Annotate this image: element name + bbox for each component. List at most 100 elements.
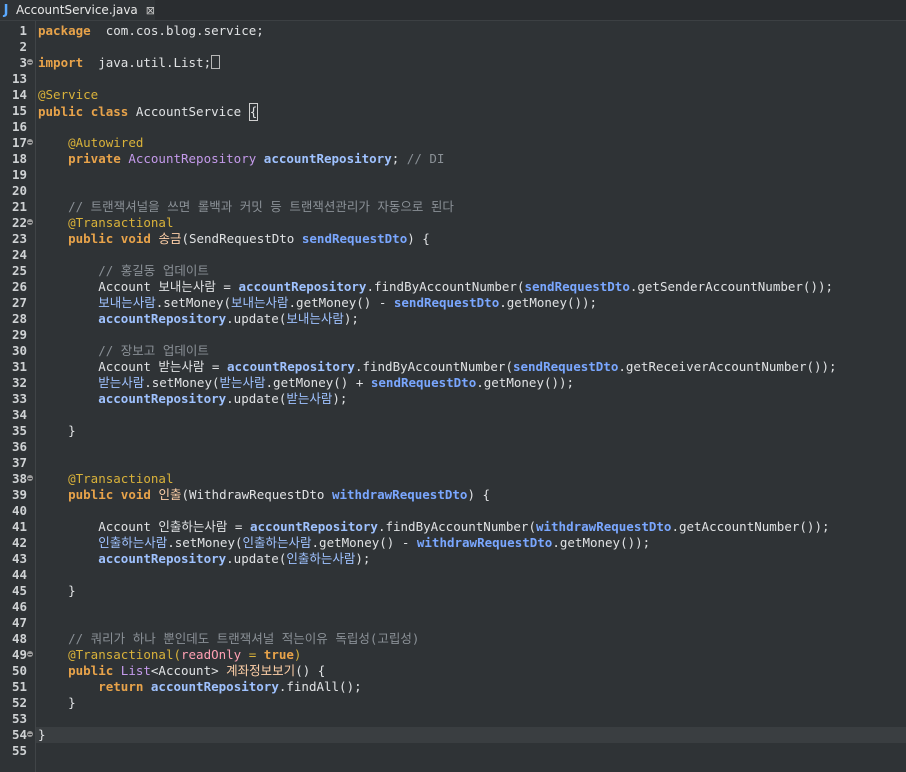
code-line[interactable]: 44 xyxy=(0,567,906,583)
code-line[interactable]: 16 xyxy=(0,119,906,135)
code-line[interactable]: 46 xyxy=(0,599,906,615)
code-token: 보내는사람 xyxy=(231,295,289,310)
line-number: 16 xyxy=(11,119,27,134)
code-line[interactable]: 29 xyxy=(0,327,906,343)
code-line[interactable]: 17 @Autowired xyxy=(0,135,906,151)
code-line[interactable]: 49 @Transactional(readOnly = true) xyxy=(0,647,906,663)
code-line[interactable]: 21 // 트랜잭셔널을 쓰면 롤백과 커밋 등 트랜잭션관리가 자동으로 된다 xyxy=(0,199,906,215)
line-number: 19 xyxy=(11,167,27,182)
code-line[interactable]: 48 // 쿼리가 하나 뿐인데도 트랜잭셔널 적는이유 독립성(고립성) xyxy=(0,631,906,647)
code-token: void xyxy=(120,487,151,502)
code-token: (SendRequestDto xyxy=(181,231,302,246)
code-line[interactable]: 14 @Service xyxy=(0,87,906,103)
line-number: 27 xyxy=(11,295,27,310)
code-text: import java.util.List; xyxy=(38,55,221,71)
code-line[interactable]: 43 accountRepository.update(인출하는사람); xyxy=(0,551,906,567)
code-text: // 트랜잭셔널을 쓰면 롤백과 커밋 등 트랜잭션관리가 자동으로 된다 xyxy=(38,199,454,215)
code-line[interactable]: 54} xyxy=(0,727,906,743)
fold-collapse-icon[interactable] xyxy=(27,475,33,481)
code-line[interactable]: 36 xyxy=(0,439,906,455)
code-token: .setMoney( xyxy=(144,375,220,390)
code-line[interactable]: 23 public void 송금(SendRequestDto sendReq… xyxy=(0,231,906,247)
code-token: ); xyxy=(343,311,359,326)
code-token: (WithdrawRequestDto xyxy=(181,487,332,502)
code-line[interactable]: 13 xyxy=(0,71,906,87)
code-line[interactable]: 31 Account 받는사람 = accountRepository.find… xyxy=(0,359,906,375)
line-number: 42 xyxy=(11,535,27,550)
code-line[interactable]: 34 xyxy=(0,407,906,423)
code-line[interactable]: 39 public void 인출(WithdrawRequestDto wit… xyxy=(0,487,906,503)
fold-collapse-icon[interactable] xyxy=(27,219,33,225)
code-token: .findByAccountNumber( xyxy=(377,519,536,534)
code-line[interactable]: 1 package com.cos.blog.service; xyxy=(0,23,906,39)
code-line[interactable]: 2 xyxy=(0,39,906,55)
code-token: @Autowired xyxy=(68,135,144,150)
code-line[interactable]: 37 xyxy=(0,455,906,471)
folded-imports-icon[interactable] xyxy=(211,55,221,69)
code-token: // 장보고 업데이트 xyxy=(98,343,209,358)
code-line[interactable]: 26 Account 보내는사람 = accountRepository.fin… xyxy=(0,279,906,295)
code-line[interactable]: 22 @Transactional xyxy=(0,215,906,231)
code-text: return accountRepository.findAll(); xyxy=(38,679,361,695)
code-line[interactable]: 51 return accountRepository.findAll(); xyxy=(0,679,906,695)
code-token: sendRequestDto xyxy=(524,279,630,294)
fold-collapse-icon[interactable] xyxy=(27,731,33,737)
code-line[interactable]: 42 인출하는사람.setMoney(인출하는사람.getMoney() - w… xyxy=(0,535,906,551)
code-line[interactable]: 27 보내는사람.setMoney(보내는사람.getMoney() - sen… xyxy=(0,295,906,311)
code-text: accountRepository.update(인출하는사람); xyxy=(38,551,370,567)
code-line[interactable]: 45 } xyxy=(0,583,906,599)
code-line[interactable]: 47 xyxy=(0,615,906,631)
code-line[interactable]: 35 } xyxy=(0,423,906,439)
fold-collapse-icon[interactable] xyxy=(27,651,33,657)
code-text: accountRepository.update(받는사람); xyxy=(38,391,347,407)
line-number: 43 xyxy=(11,551,27,566)
code-token: .getMoney()); xyxy=(552,535,651,550)
code-token: accountRepository xyxy=(150,679,279,694)
line-number: 53 xyxy=(11,711,27,726)
code-line[interactable]: 24 xyxy=(0,247,906,263)
fold-collapse-icon[interactable] xyxy=(27,59,33,65)
code-line[interactable]: 28 accountRepository.update(보내는사람); xyxy=(0,311,906,327)
code-token: sendRequestDto xyxy=(370,375,477,390)
code-token: ); xyxy=(355,551,371,566)
code-token: () { xyxy=(295,663,326,678)
code-line[interactable]: 41 Account 인출하는사람 = accountRepository.fi… xyxy=(0,519,906,535)
line-number: 14 xyxy=(11,87,27,102)
code-text: } xyxy=(38,583,76,599)
code-line[interactable]: 32 받는사람.setMoney(받는사람.getMoney() + sendR… xyxy=(0,375,906,391)
tab-accountservice[interactable]: J AccountService.java ⊠ xyxy=(0,0,155,20)
line-number: 21 xyxy=(11,199,27,214)
code-line[interactable]: 38 @Transactional xyxy=(0,471,906,487)
code-line[interactable]: 33 accountRepository.update(받는사람); xyxy=(0,391,906,407)
code-line[interactable]: 52 } xyxy=(0,695,906,711)
close-icon[interactable]: ⊠ xyxy=(146,4,155,17)
code-line[interactable]: 20 xyxy=(0,183,906,199)
line-number: 23 xyxy=(11,231,27,246)
editor-tab-bar: J AccountService.java ⊠ xyxy=(0,0,906,21)
code-editor[interactable]: 1 package com.cos.blog.service; 2 3 import j… xyxy=(0,21,906,772)
tab-title: AccountService.java xyxy=(16,3,138,17)
code-line[interactable]: 55 xyxy=(0,743,906,759)
code-token: .findByAccountNumber( xyxy=(366,279,525,294)
code-line[interactable]: 53 xyxy=(0,711,906,727)
code-token: } xyxy=(38,423,76,438)
code-line[interactable]: 3 import java.util.List; xyxy=(0,55,906,71)
code-line[interactable]: 15 public class AccountService { xyxy=(0,103,906,121)
code-token: accountRepository xyxy=(238,279,367,294)
code-token: // 홍길동 업데이트 xyxy=(98,263,209,278)
code-line[interactable]: 30 // 장보고 업데이트 xyxy=(0,343,906,359)
code-line[interactable]: 40 xyxy=(0,503,906,519)
code-line[interactable]: 50 public List<Account> 계좌정보보기() { xyxy=(0,663,906,679)
code-token: Account 받는사람 = xyxy=(38,359,227,374)
fold-collapse-icon[interactable] xyxy=(27,139,33,145)
code-line[interactable]: 19 xyxy=(0,167,906,183)
code-text: @Service xyxy=(38,87,98,103)
code-text: @Transactional xyxy=(38,215,173,231)
code-token: public xyxy=(68,231,114,246)
java-file-icon: J xyxy=(3,2,9,18)
code-line[interactable]: 25 // 홍길동 업데이트 xyxy=(0,263,906,279)
code-line[interactable]: 18 private AccountRepository accountRepo… xyxy=(0,151,906,167)
